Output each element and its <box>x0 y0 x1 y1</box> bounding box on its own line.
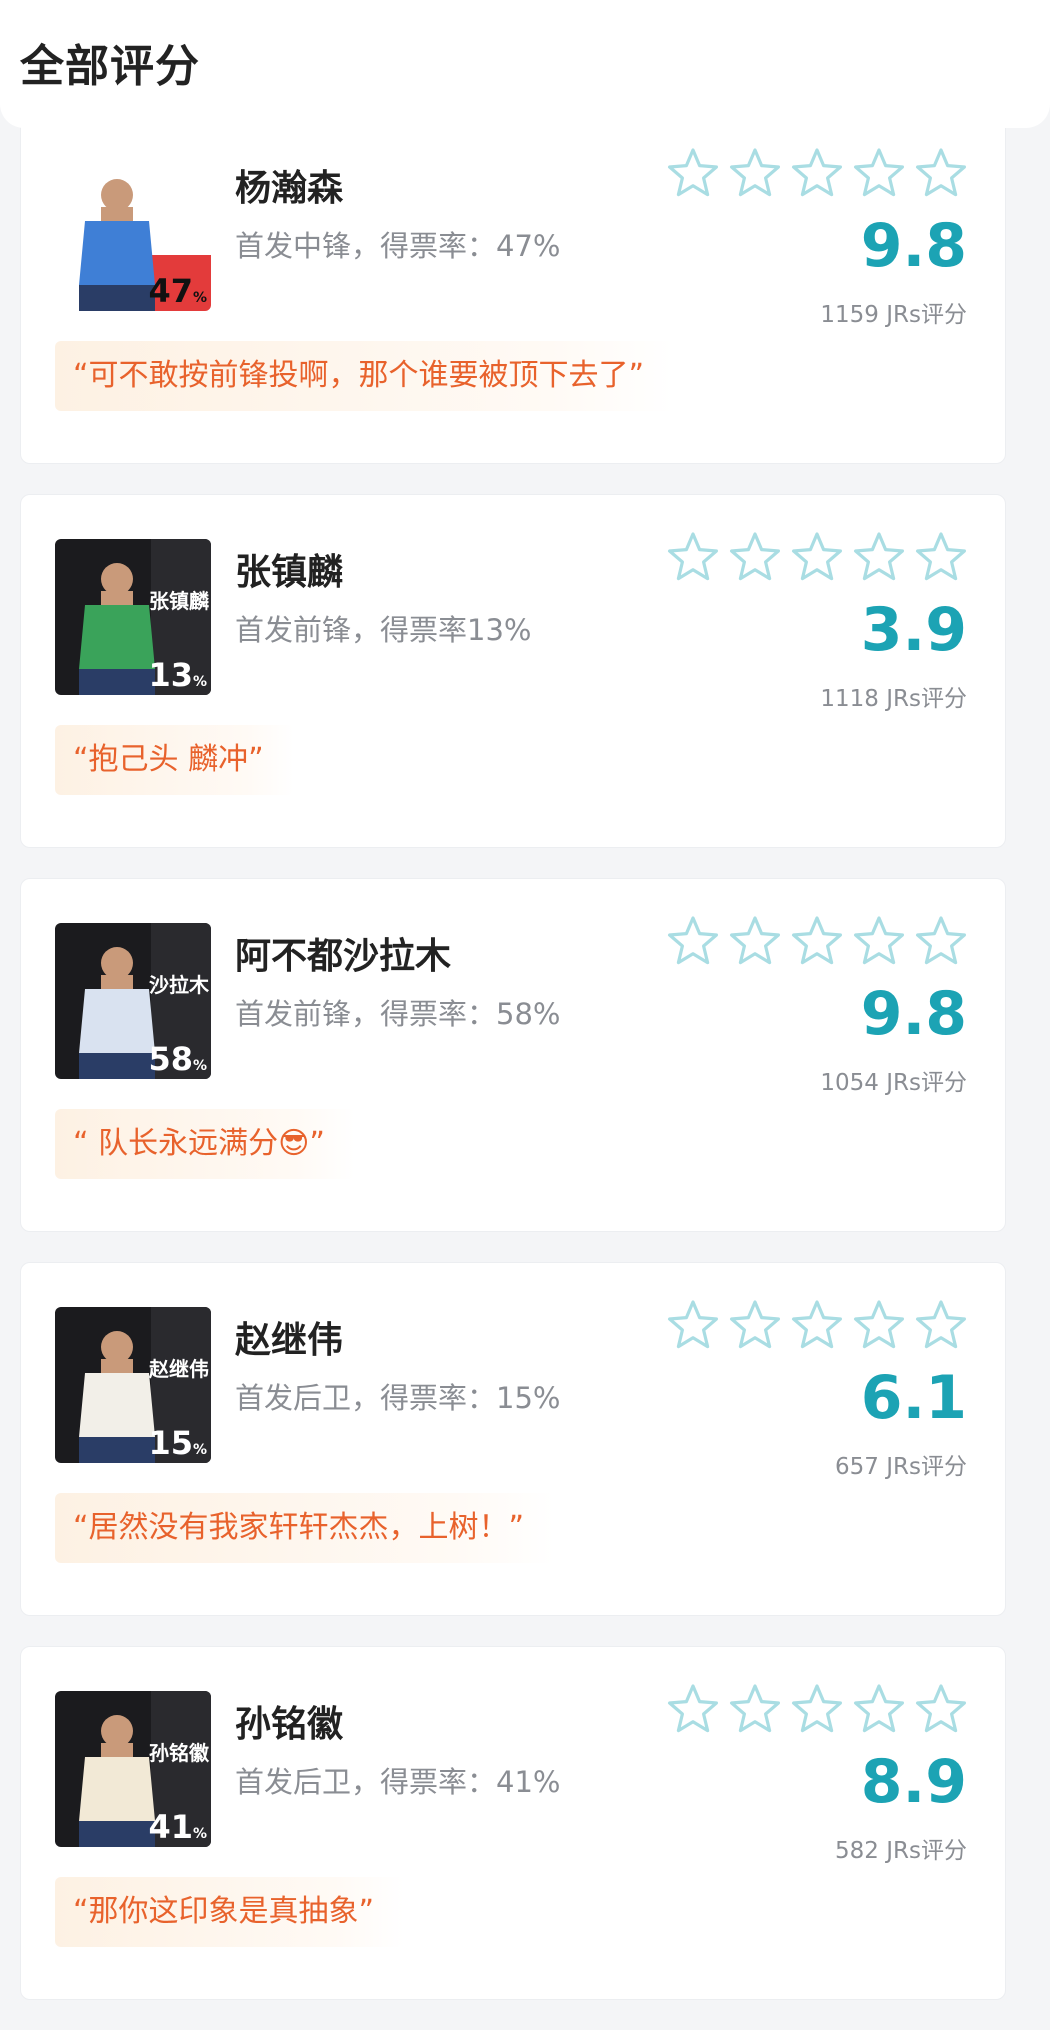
star-outline-icon[interactable] <box>791 1683 843 1735</box>
star-outline-icon[interactable] <box>853 1683 905 1735</box>
player-position-vote: 首发前锋，得票率：58% <box>235 997 561 1031</box>
player-photo[interactable]: 赵继伟 15% <box>55 1307 211 1463</box>
player-position-vote: 首发前锋，得票率13% <box>235 613 532 647</box>
rating-count: 657 JRs评分 <box>835 1454 967 1480</box>
player-rating-card[interactable]: 沙拉木 58% 阿不都沙拉木 首发前锋，得票率：58% 9.8 1054 JRs… <box>20 878 1006 1232</box>
star-outline-icon[interactable] <box>729 915 781 967</box>
star-outline-icon[interactable] <box>915 147 967 199</box>
player-rating-card[interactable]: 47% 杨瀚森 首发中锋，得票率：47% 9.8 1159 JRs评分 “可不敢… <box>20 110 1006 464</box>
photo-name-label: 赵继伟 <box>149 1357 209 1381</box>
page-header: 全部评分 <box>0 0 1050 128</box>
page-title: 全部评分 <box>20 41 200 92</box>
top-comment[interactable]: “居然没有我家轩轩杰杰，上树！” <box>55 1493 555 1563</box>
player-photo[interactable]: 张镇麟 13% <box>55 539 211 695</box>
player-name: 张镇麟 <box>235 552 344 593</box>
star-outline-icon[interactable] <box>667 1683 719 1735</box>
player-rating-card[interactable]: 张镇麟 13% 张镇麟 首发前锋，得票率13% 3.9 1118 JRs评分 “… <box>20 494 1006 848</box>
top-comment[interactable]: “那你这印象是真抽象” <box>55 1877 405 1947</box>
player-name: 孙铭徽 <box>235 1704 344 1745</box>
star-outline-icon[interactable] <box>791 915 843 967</box>
star-outline-icon[interactable] <box>791 531 843 583</box>
star-rating[interactable] <box>667 1683 967 1735</box>
average-score: 9.8 <box>860 211 967 281</box>
star-outline-icon[interactable] <box>853 1299 905 1351</box>
average-score: 3.9 <box>860 595 967 665</box>
player-position-vote: 首发后卫，得票率：15% <box>235 1381 561 1415</box>
star-outline-icon[interactable] <box>729 147 781 199</box>
star-rating[interactable] <box>667 531 967 583</box>
star-outline-icon[interactable] <box>853 531 905 583</box>
star-outline-icon[interactable] <box>791 147 843 199</box>
star-outline-icon[interactable] <box>667 147 719 199</box>
player-rating-card[interactable]: 赵继伟 15% 赵继伟 首发后卫，得票率：15% 6.1 657 JRs评分 “… <box>20 1262 1006 1616</box>
star-outline-icon[interactable] <box>915 915 967 967</box>
player-photo[interactable]: 47% <box>55 155 211 311</box>
star-outline-icon[interactable] <box>791 1299 843 1351</box>
star-outline-icon[interactable] <box>729 531 781 583</box>
average-score: 9.8 <box>860 979 967 1049</box>
player-position-vote: 首发中锋，得票率：47% <box>235 229 561 263</box>
player-name: 杨瀚森 <box>235 168 344 209</box>
rating-count: 1159 JRs评分 <box>820 302 967 328</box>
photo-name-label: 沙拉木 <box>149 973 209 997</box>
photo-percent-label: 13% <box>148 656 207 694</box>
player-name: 赵继伟 <box>235 1320 344 1361</box>
average-score: 8.9 <box>860 1747 967 1817</box>
photo-percent-label: 15% <box>148 1424 207 1462</box>
player-rating-card[interactable]: 孙铭徽 41% 孙铭徽 首发后卫，得票率：41% 8.9 582 JRs评分 “… <box>20 1646 1006 2000</box>
star-outline-icon[interactable] <box>915 1299 967 1351</box>
photo-percent-label: 58% <box>148 1040 207 1078</box>
star-outline-icon[interactable] <box>853 147 905 199</box>
player-photo[interactable]: 沙拉木 58% <box>55 923 211 1079</box>
top-comment[interactable]: “可不敢按前锋投啊，那个谁要被顶下去了” <box>55 341 675 411</box>
photo-percent-label: 41% <box>148 1808 207 1846</box>
star-outline-icon[interactable] <box>915 531 967 583</box>
top-comment[interactable]: “抱己头 麟冲” <box>55 725 294 795</box>
player-name: 阿不都沙拉木 <box>235 936 452 977</box>
star-outline-icon[interactable] <box>729 1683 781 1735</box>
star-outline-icon[interactable] <box>667 1299 719 1351</box>
rating-count: 1118 JRs评分 <box>820 686 967 712</box>
player-photo[interactable]: 孙铭徽 41% <box>55 1691 211 1847</box>
photo-percent-label: 47% <box>148 272 207 310</box>
star-rating[interactable] <box>667 1299 967 1351</box>
player-position-vote: 首发后卫，得票率：41% <box>235 1765 561 1799</box>
star-outline-icon[interactable] <box>667 531 719 583</box>
rating-list: 47% 杨瀚森 首发中锋，得票率：47% 9.8 1159 JRs评分 “可不敢… <box>20 110 1006 2030</box>
star-outline-icon[interactable] <box>853 915 905 967</box>
rating-count: 1054 JRs评分 <box>820 1070 967 1096</box>
star-outline-icon[interactable] <box>915 1683 967 1735</box>
top-comment[interactable]: “ 队长永远满分😎” <box>55 1109 355 1179</box>
star-rating[interactable] <box>667 915 967 967</box>
photo-name-label: 张镇麟 <box>149 589 209 613</box>
star-outline-icon[interactable] <box>667 915 719 967</box>
star-outline-icon[interactable] <box>729 1299 781 1351</box>
star-rating[interactable] <box>667 147 967 199</box>
average-score: 6.1 <box>860 1363 967 1433</box>
rating-count: 582 JRs评分 <box>835 1838 967 1864</box>
photo-name-label: 孙铭徽 <box>149 1741 209 1765</box>
